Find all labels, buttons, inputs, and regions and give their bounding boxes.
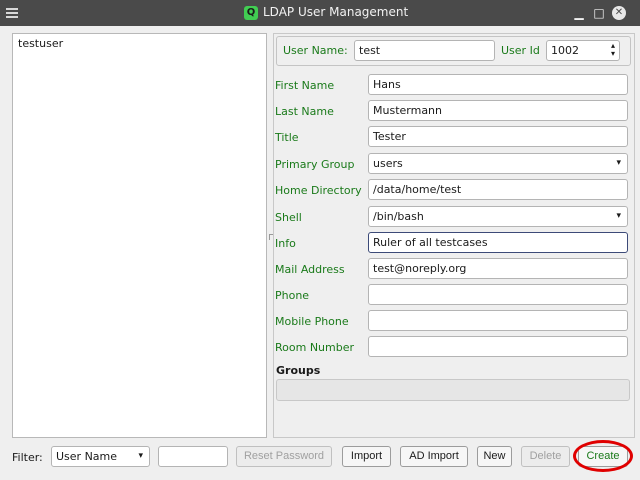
chevron-down-icon: ▾ — [616, 158, 621, 168]
list-item[interactable]: testuser — [13, 34, 266, 53]
import-button[interactable]: Import — [342, 446, 391, 467]
groups-label: Groups — [276, 364, 321, 377]
close-icon[interactable]: ✕ — [612, 6, 626, 20]
user-name-label: User Name: — [283, 44, 348, 57]
first-name-label: First Name — [275, 79, 335, 92]
primary-group-select[interactable]: users ▾ — [368, 153, 628, 174]
filter-text-input[interactable] — [158, 446, 228, 467]
groups-list[interactable] — [276, 379, 630, 401]
maximize-icon[interactable]: □ — [592, 6, 606, 20]
user-id-spinbox[interactable]: 1002 ▴ ▾ — [546, 40, 620, 61]
spin-arrows-icon[interactable]: ▴ ▾ — [611, 42, 615, 58]
info-input[interactable]: Ruler of all testcases — [368, 232, 628, 253]
splitter-handle[interactable] — [269, 234, 273, 240]
chevron-down-icon: ▾ — [138, 451, 143, 461]
window-menu-icon[interactable] — [6, 6, 18, 18]
title-bar: Q LDAP User Management ▁ □ ✕ — [0, 0, 640, 26]
last-name-input[interactable]: Mustermann — [368, 100, 628, 121]
app-logo-icon: Q — [244, 6, 258, 20]
phone-label: Phone — [275, 289, 310, 302]
new-button[interactable]: New — [477, 446, 512, 467]
user-name-input[interactable]: test — [354, 40, 495, 61]
user-list[interactable]: testuser — [12, 33, 267, 438]
mail-address-input[interactable]: test@noreply.org — [368, 258, 628, 279]
user-id-value: 1002 — [551, 44, 579, 57]
highlight-annotation — [573, 440, 633, 472]
primary-group-label: Primary Group — [275, 158, 355, 171]
primary-group-value: users — [373, 157, 403, 170]
room-number-label: Room Number — [275, 341, 355, 354]
first-name-input[interactable]: Hans — [368, 74, 628, 95]
minimize-icon[interactable]: ▁ — [572, 6, 586, 20]
phone-input[interactable] — [368, 284, 628, 305]
user-id-label: User Id — [501, 44, 540, 57]
window-title: LDAP User Management — [263, 5, 409, 19]
home-directory-label: Home Directory — [275, 184, 362, 197]
mobile-phone-label: Mobile Phone — [275, 315, 349, 328]
chevron-down-icon: ▾ — [616, 211, 621, 221]
room-number-input[interactable] — [368, 336, 628, 357]
reset-password-button[interactable]: Reset Password — [236, 446, 332, 467]
info-label: Info — [275, 237, 296, 250]
last-name-label: Last Name — [275, 105, 334, 118]
home-directory-input[interactable]: /data/home/test — [368, 179, 628, 200]
filter-field-select[interactable]: User Name ▾ — [51, 446, 150, 467]
title-label: Title — [275, 131, 299, 144]
shell-select[interactable]: /bin/bash ▾ — [368, 206, 628, 227]
delete-button[interactable]: Delete — [521, 446, 570, 467]
mail-address-label: Mail Address — [275, 263, 345, 276]
shell-value: /bin/bash — [373, 210, 424, 223]
filter-field-value: User Name — [56, 450, 118, 463]
shell-label: Shell — [275, 211, 302, 224]
filter-label: Filter: — [12, 451, 43, 464]
ad-import-button[interactable]: AD Import — [400, 446, 468, 467]
title-input[interactable]: Tester — [368, 126, 628, 147]
mobile-phone-input[interactable] — [368, 310, 628, 331]
